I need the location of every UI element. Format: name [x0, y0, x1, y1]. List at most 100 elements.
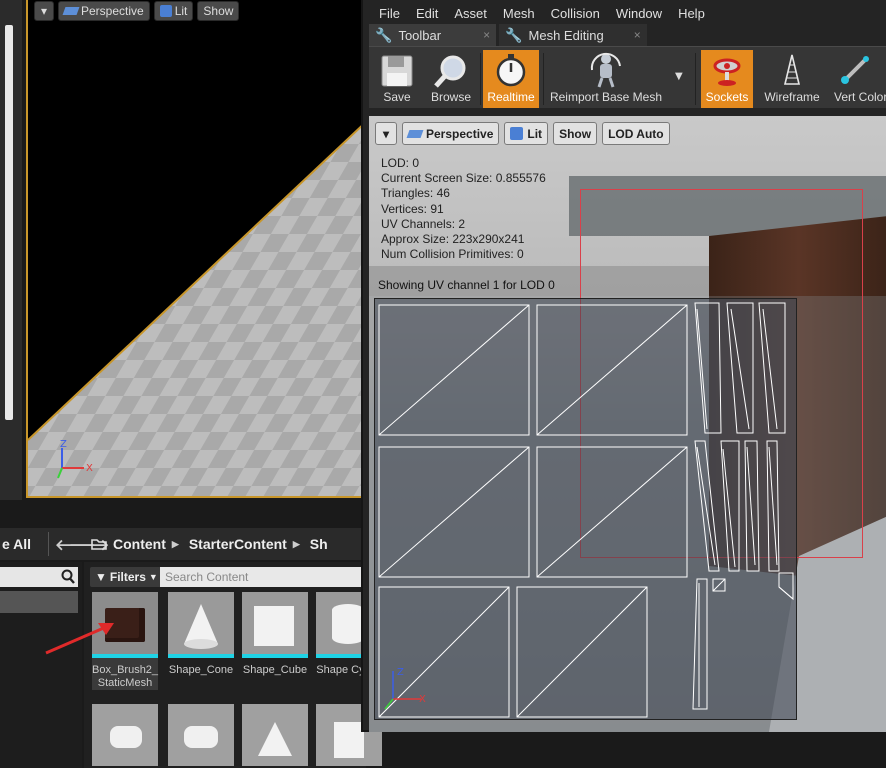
menu-window[interactable]: Window [608, 6, 670, 21]
stat-collision: Num Collision Primitives: 0 [381, 247, 524, 262]
perspective-icon [62, 7, 80, 15]
chevron-down-icon: ▼ [148, 572, 158, 582]
level-viewport[interactable]: ▾ Perspective Lit Show Z X [26, 0, 366, 498]
svg-text:X: X [86, 463, 93, 474]
reimport-label: Reimport Base Mesh [549, 90, 663, 104]
viewport-options-button[interactable]: ▾ [34, 1, 54, 21]
browse-button[interactable]: Browse [425, 50, 477, 108]
mesh-viewport-toolbar: ▾ Perspective Lit Show LOD Auto [375, 122, 670, 146]
lit-button[interactable]: Lit [504, 122, 549, 145]
cube-icon [510, 127, 524, 140]
funnel-icon: ▼ [95, 570, 107, 584]
asset-shape-cone[interactable]: Shape_Cone [168, 592, 234, 677]
sockets-icon [713, 58, 741, 86]
lit-button[interactable]: Lit [153, 1, 194, 21]
menu-asset[interactable]: Asset [446, 6, 495, 21]
back-arrow-icon[interactable]: 🡐 [55, 535, 95, 554]
folder-tree-row[interactable] [0, 591, 78, 613]
search-placeholder: Search Content [165, 570, 249, 584]
perspective-button[interactable]: Perspective [58, 1, 150, 21]
asset-label: Box_Brush2_ StaticMesh [92, 664, 159, 689]
breadcrumb-label: Content [113, 536, 166, 552]
stat-approx-size: Approx Size: 223x290x241 [381, 232, 525, 247]
asset-type-bar [168, 654, 234, 658]
menu-mesh[interactable]: Mesh [495, 6, 543, 21]
asset-tile[interactable] [242, 704, 308, 766]
save-label: Save [383, 90, 411, 104]
breadcrumb-startercontent[interactable]: StarterContent ▶ [189, 536, 300, 552]
wireframe-icon [783, 54, 801, 85]
sockets-label: Sockets [705, 90, 749, 104]
filters-label: Filters [109, 570, 146, 584]
lit-label: Lit [174, 4, 188, 18]
asset-thumbnail [168, 592, 234, 654]
save-all-button[interactable]: e All [0, 536, 42, 552]
toolbar-separator [695, 53, 696, 105]
vert-colors-label: Vert Color [834, 90, 886, 104]
filters-button[interactable]: ▼ Filters ▼ [90, 567, 163, 587]
red-arrow-annotation [45, 623, 114, 655]
tab-toolbar[interactable]: 🔧 Toolbar × [369, 24, 497, 46]
reimport-base-mesh-button[interactable]: Reimport Base Mesh [547, 50, 665, 108]
content-search-input[interactable]: Search Content [160, 567, 370, 587]
static-mesh-editor-window: File Edit Asset Mesh Collision Window He… [361, 0, 886, 732]
tab-label: Toolbar [398, 27, 442, 43]
close-icon[interactable]: × [483, 28, 490, 42]
editor-toolbar: Save Browse Realtime Reimport Base Mesh … [369, 46, 886, 108]
folder-search-input[interactable] [0, 567, 78, 587]
forward-arrow-icon[interactable]: 🡒 [69, 535, 109, 554]
asset-tile[interactable] [168, 704, 234, 766]
screen: ▾ Perspective Lit Show Z X e All 🡐 🡒 Con [0, 0, 886, 768]
show-button[interactable]: Show [553, 122, 598, 145]
breadcrumb-label: StarterContent [188, 536, 287, 552]
menu-help[interactable]: Help [670, 6, 713, 21]
breadcrumb-content[interactable]: Content ▶ [91, 536, 179, 552]
folder-tree-panel [0, 562, 82, 768]
reimport-dropdown-icon[interactable]: ▼ [675, 71, 683, 82]
show-button[interactable]: Show [197, 1, 240, 21]
asset-tile[interactable] [92, 704, 158, 766]
asset-label: Shape_Cone [168, 664, 234, 676]
perspective-button[interactable]: Perspective [402, 122, 500, 145]
svg-text:X: X [419, 694, 426, 705]
lod-label: LOD Auto [608, 126, 664, 141]
tab-label: Mesh Editing [528, 27, 604, 43]
menu-bar: File Edit Asset Mesh Collision Window He… [363, 2, 713, 24]
mesh-stats-overlay: LOD: 0 Current Screen Size: 0.855576 Tri… [381, 156, 546, 262]
browse-label: Browse [430, 90, 471, 104]
lod-auto-button[interactable]: LOD Auto [602, 122, 670, 145]
uv-channel-caption: Showing UV channel 1 for LOD 0 [378, 278, 555, 292]
svg-text:Z: Z [397, 667, 404, 678]
breadcrumb-label: Sh [309, 536, 328, 552]
tab-mesh-editing[interactable]: 🔧 Mesh Editing × [499, 24, 647, 46]
viewport-options-button[interactable]: ▾ [375, 122, 397, 145]
svg-text:Z: Z [60, 440, 67, 450]
chevron-right-icon: ▶ [171, 538, 179, 549]
divider [48, 532, 49, 556]
vert-colors-toggle[interactable]: Vert Color [831, 50, 886, 108]
reimport-mannequin-icon [590, 52, 621, 88]
wrench-icon: 🔧 [375, 26, 393, 43]
sockets-toggle[interactable]: Sockets [701, 50, 753, 108]
asset-shape-cube[interactable]: Shape_Cube [242, 592, 308, 677]
breadcrumb-shapes[interactable]: Sh [310, 536, 328, 552]
menu-file[interactable]: File [371, 6, 408, 21]
close-icon[interactable]: × [634, 28, 641, 42]
lit-label: Lit [527, 126, 543, 141]
realtime-toggle[interactable]: Realtime [483, 50, 539, 108]
menu-collision[interactable]: Collision [543, 6, 608, 21]
level-viewport-toolbar: ▾ Perspective Lit Show [28, 0, 240, 22]
vertical-scrollbar[interactable] [5, 25, 13, 420]
left-panel-strip [0, 0, 22, 500]
wireframe-toggle[interactable]: Wireframe [759, 50, 825, 108]
uv-layout-overlay: Z X [374, 298, 797, 720]
save-button[interactable]: Save [373, 50, 421, 108]
perspective-label: Perspective [81, 4, 144, 18]
mesh-preview-viewport[interactable]: ▾ Perspective Lit Show LOD Auto LOD: 0 C… [369, 116, 886, 732]
asset-type-bar [242, 654, 308, 658]
menu-edit[interactable]: Edit [408, 6, 446, 21]
cube-icon [159, 5, 172, 17]
asset-thumbnail [92, 704, 158, 766]
asset-thumbnail [168, 704, 234, 766]
stat-triangles: Triangles: 46 [381, 186, 450, 201]
